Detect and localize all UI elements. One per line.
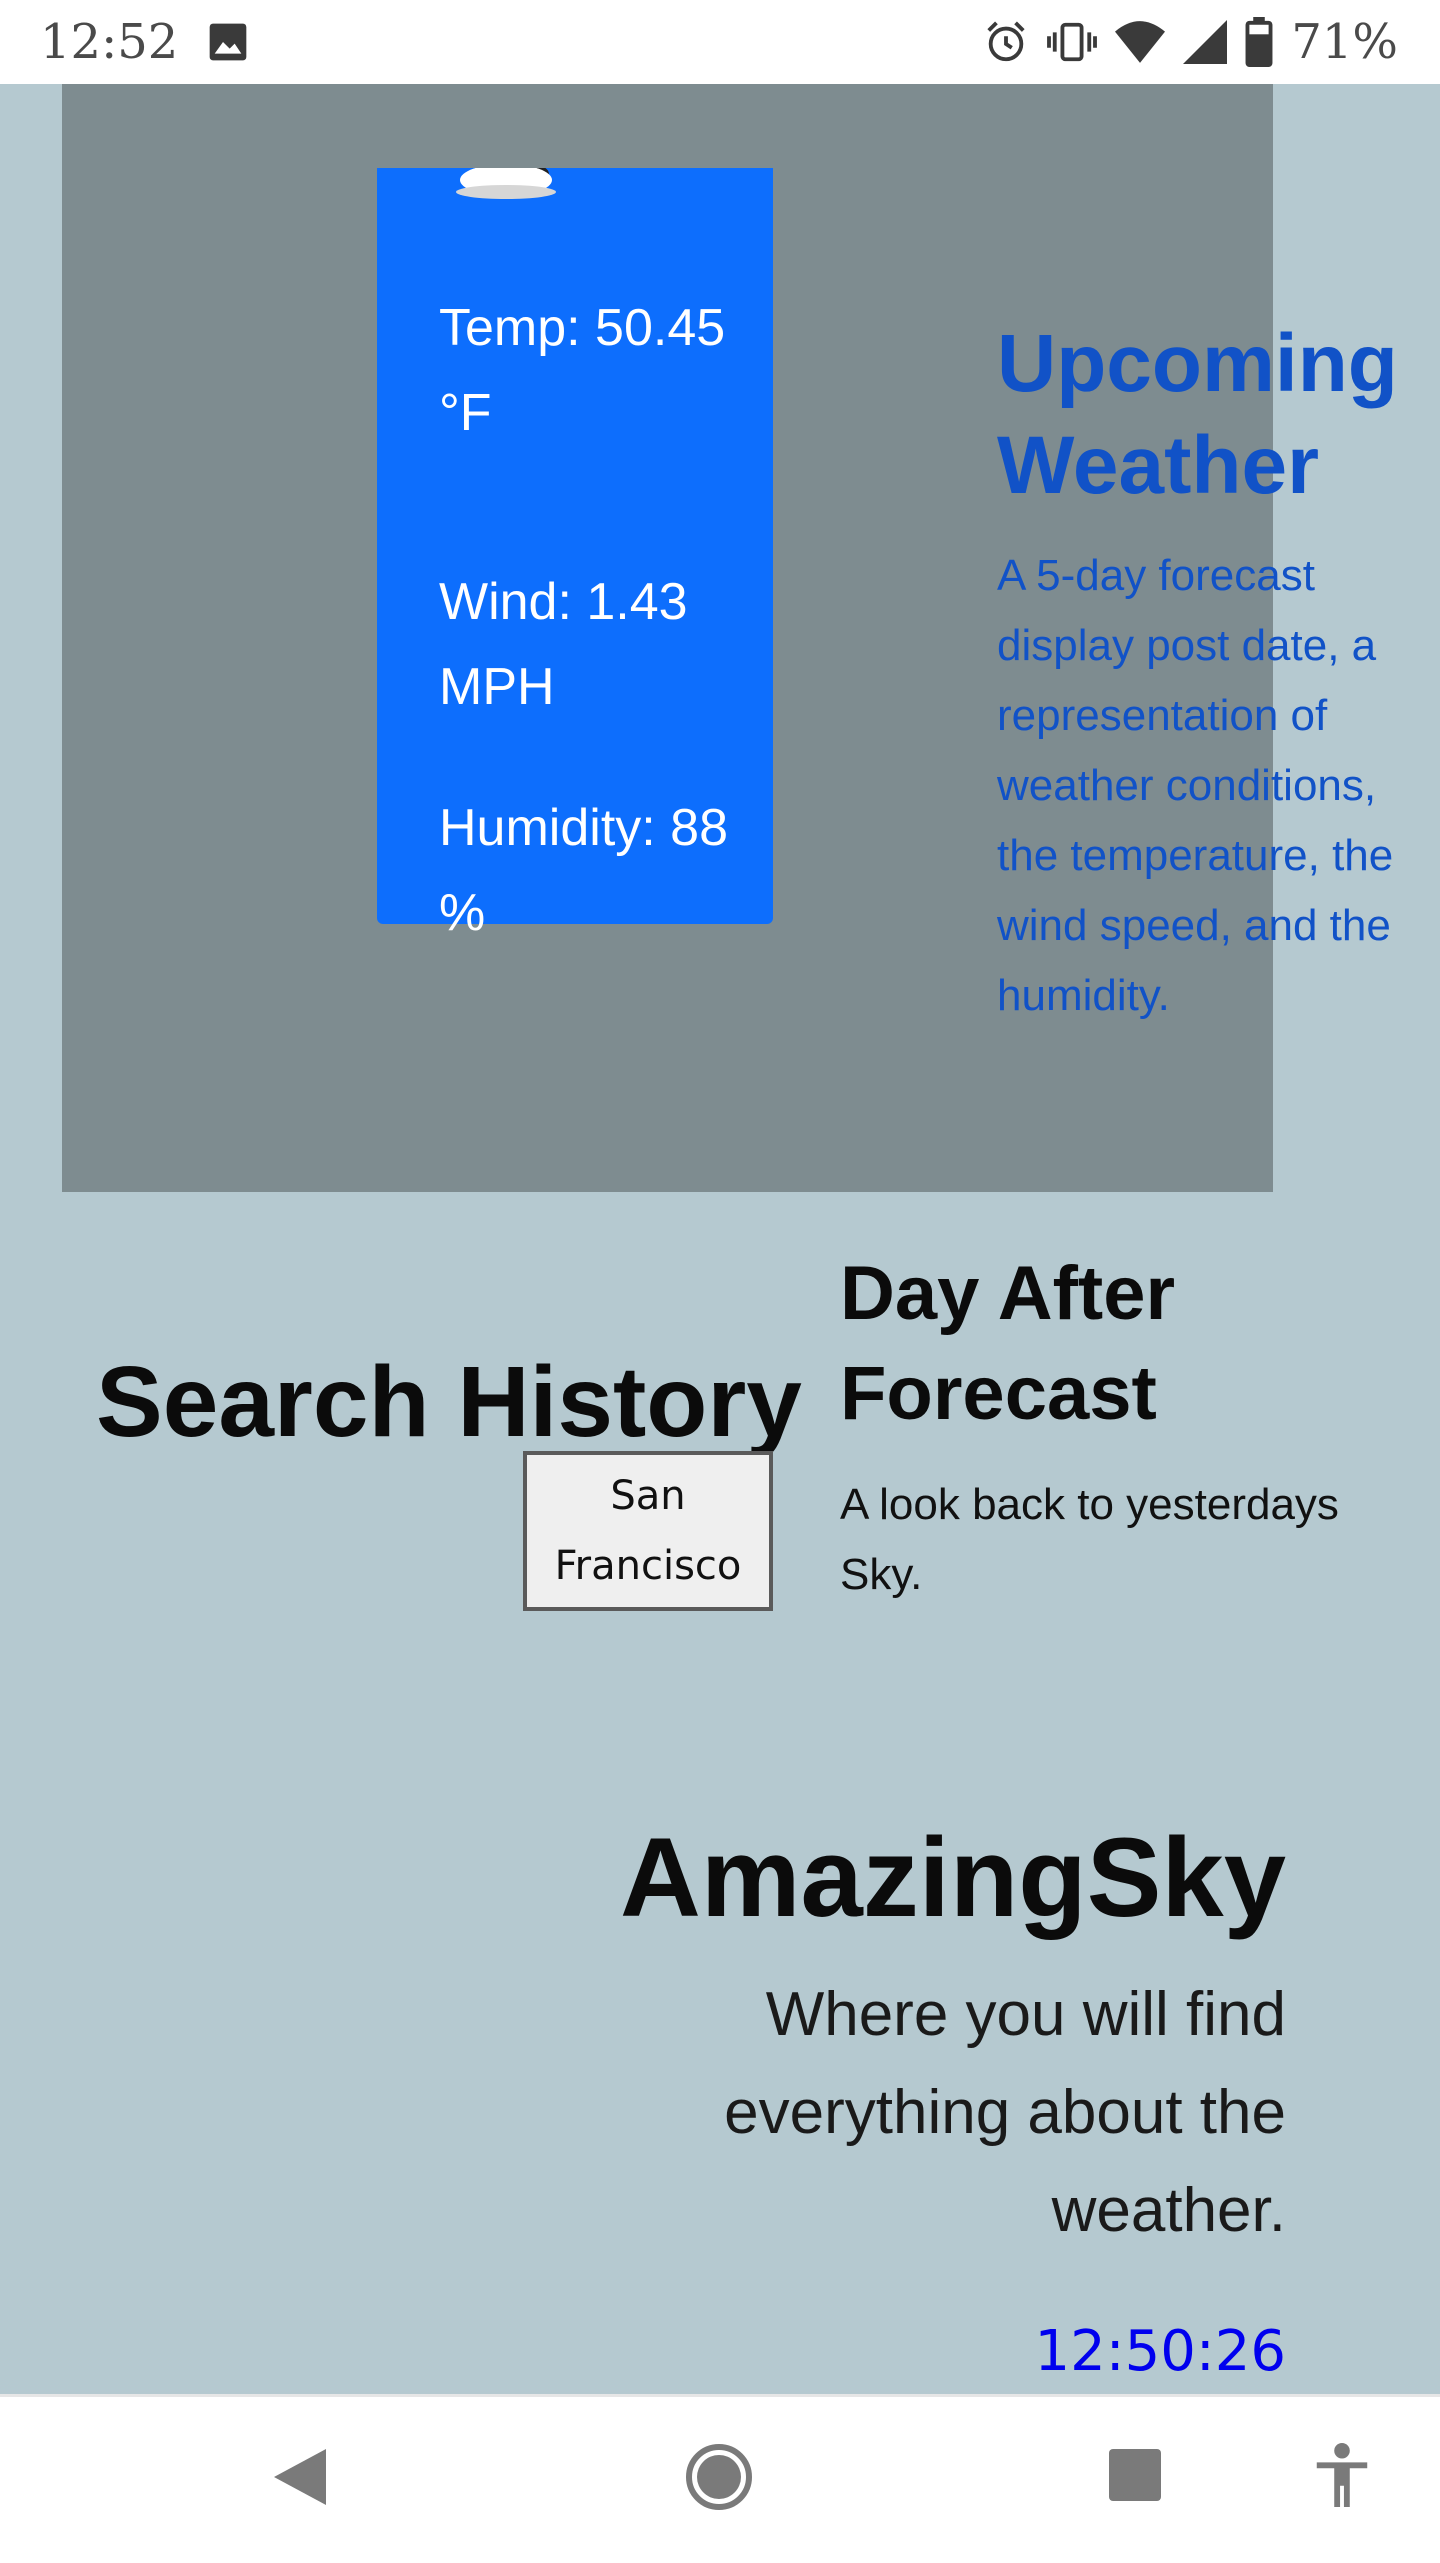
home-icon[interactable] [685,2443,753,2511]
wifi-icon [1115,21,1166,63]
signal-icon [1183,20,1228,64]
humidity-text: Humidity: 88 % [439,799,728,942]
status-icons: 71% [983,12,1398,72]
image-icon [209,23,247,61]
upcoming-weather-description: A 5-day forecast display post date, a re… [997,551,1394,1020]
alarm-icon [987,21,1025,62]
back-icon[interactable] [270,2445,330,2509]
wind-text: Wind: 1.43 MPH [439,573,688,716]
battery-icon [1245,17,1273,67]
upcoming-weather-title: Upcoming Weather [997,318,1398,511]
current-time: 12:50:26 [1034,2319,1286,2384]
status-bar: 12:52 71% [0,0,1440,84]
forecast-card: Temp: 50.45 °F Wind: 1.43 MPH Humidity: … [377,168,773,942]
cloud-icon [456,168,556,199]
tagline: Where you will find everything about the… [724,1980,1286,2245]
day-after-description: A look back to yesterdays Sky. [840,1480,1339,1599]
vibrate-icon [1047,22,1098,62]
day-after-title: Day After Forecast [840,1251,1176,1436]
accessibility-icon[interactable] [1312,2443,1372,2509]
battery-percent: 71% [1291,14,1398,70]
search-history-title: Search History [96,1346,802,1458]
history-city-button[interactable]: San Francisco [523,1451,773,1611]
navigation-bar [0,2394,1440,2563]
temp-text: Temp: 50.45 °F [439,299,726,442]
brand-title: AmazingSky [620,1815,1286,1940]
recents-icon[interactable] [1107,2447,1163,2503]
status-time: 12:52 [40,14,179,70]
